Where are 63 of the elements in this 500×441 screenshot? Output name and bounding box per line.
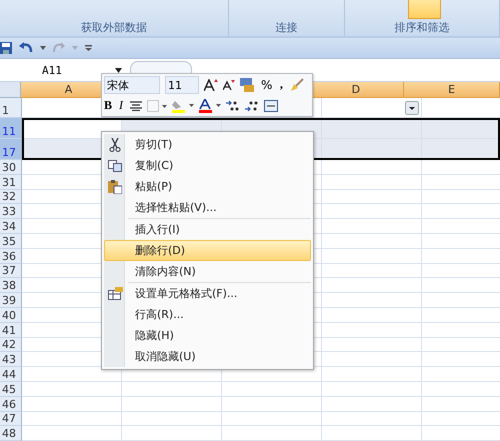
customize-icon[interactable] (85, 45, 92, 51)
undo-icon[interactable] (19, 42, 33, 54)
row-header[interactable]: 45 (0, 382, 22, 397)
styles-icon[interactable] (240, 78, 256, 92)
ribbon-group-label: 获取外部数据 (80, 20, 148, 35)
row-header[interactable]: 40 (0, 308, 22, 323)
row-header[interactable]: 34 (0, 219, 22, 234)
font-dropdown[interactable]: 宋体 (104, 76, 160, 94)
column-header[interactable]: E (404, 82, 500, 98)
brush-icon[interactable] (290, 78, 304, 92)
format-cells-icon (108, 287, 122, 300)
increase-decimal-icon[interactable] (226, 100, 240, 112)
row-header[interactable]: 11 (0, 118, 22, 139)
save-icon[interactable] (0, 42, 12, 54)
menu-item[interactable]: 行高(R)... (104, 304, 311, 325)
menu-item[interactable]: 粘贴(P) (104, 176, 311, 197)
menu-item[interactable]: 清除内容(N) (104, 261, 311, 282)
row-header[interactable]: 17 (0, 139, 22, 160)
menu-item[interactable]: 复制(C) (104, 155, 311, 176)
row-header[interactable]: 44 (0, 367, 22, 382)
row-header[interactable]: 35 (0, 234, 22, 249)
row-header[interactable]: 41 (0, 322, 22, 338)
font-color-icon[interactable] (199, 98, 222, 112)
row-header[interactable]: 48 (0, 426, 22, 441)
size-dropdown[interactable]: 11 (165, 76, 199, 94)
menu-item[interactable]: 插入行(I) (104, 219, 311, 240)
ribbon-group-label: 排序和筛选 (394, 20, 450, 35)
shrink-font-icon[interactable] (223, 80, 235, 90)
decrease-decimal-icon[interactable] (245, 100, 260, 112)
borders-icon[interactable] (147, 100, 168, 112)
menu-item[interactable]: 取消隐藏(U) (104, 346, 311, 367)
row-header[interactable]: 43 (0, 352, 22, 368)
menu-item[interactable]: 删除行(D) (104, 240, 311, 261)
row-header[interactable]: 37 (0, 264, 22, 278)
row-header[interactable]: 30 (0, 160, 22, 175)
bold-button[interactable]: B (104, 98, 112, 113)
center-align-icon[interactable] (130, 100, 142, 110)
clipboard-icon (108, 180, 122, 194)
menu-item[interactable]: 选择性粘贴(V)... (104, 197, 311, 218)
percent-button[interactable]: % (261, 78, 272, 92)
scissors-icon (109, 138, 121, 152)
merge-center-icon[interactable] (264, 100, 278, 112)
row-header[interactable]: 47 (0, 412, 22, 426)
menu-item[interactable]: 隐藏(H) (104, 325, 311, 346)
menu-item[interactable]: 剪切(T) (104, 134, 311, 155)
menu-item[interactable]: 设置单元格格式(F)... (104, 283, 311, 304)
row-header[interactable]: 33 (0, 204, 22, 220)
row-header[interactable]: 36 (0, 248, 22, 264)
italic-button[interactable]: I (117, 98, 126, 113)
fill-color-icon[interactable] (172, 98, 194, 112)
grow-font-icon[interactable] (204, 78, 218, 90)
row-header[interactable]: 39 (0, 293, 22, 308)
row-header[interactable]: 32 (0, 190, 22, 204)
row-header[interactable]: 42 (0, 338, 22, 352)
row-header[interactable]: 31 (0, 174, 22, 190)
row-header[interactable]: 1 (0, 98, 22, 118)
comma-button[interactable]: , (277, 77, 286, 92)
name-box[interactable]: A11 (0, 64, 112, 76)
copy-icon (108, 160, 122, 172)
row-header[interactable]: 38 (0, 278, 22, 294)
row-header[interactable]: 46 (0, 396, 22, 412)
filter-dropdown-icon[interactable] (405, 101, 419, 115)
ribbon-group-label: 连接 (274, 20, 298, 35)
